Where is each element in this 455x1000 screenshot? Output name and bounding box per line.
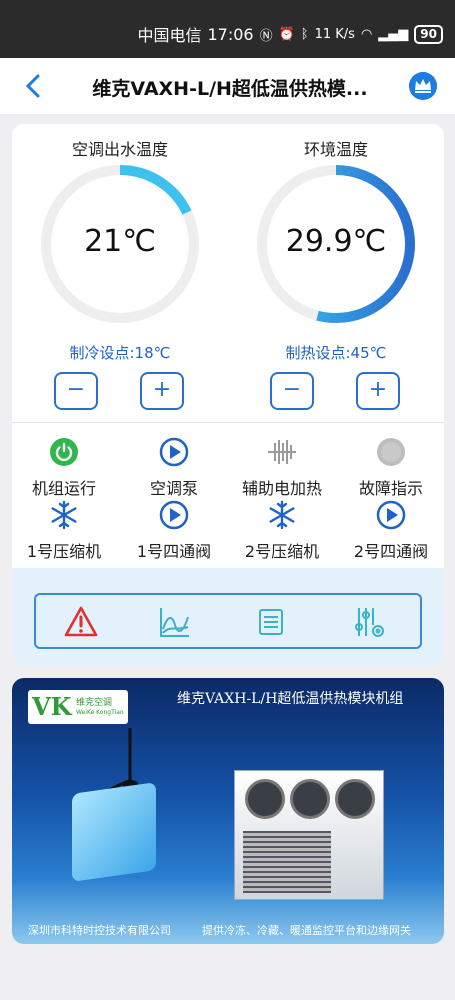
- compressor-icon: [269, 500, 295, 530]
- fault-indicator-icon: [377, 438, 405, 466]
- settings-sliders-icon[interactable]: [352, 605, 386, 639]
- pump-icon: [159, 437, 189, 467]
- gauge-title-water: 空调出水温度: [71, 140, 168, 159]
- net-speed: 11 K/s: [314, 26, 355, 42]
- cooling-decrease-button[interactable]: −: [54, 372, 98, 410]
- fan-icon: [245, 779, 285, 819]
- bluetooth-icon: ᛒ: [300, 26, 309, 42]
- banner-footer-slogan: 提供冷冻、冷藏、暖通监控平台和边缘网关: [202, 924, 411, 937]
- logo-en: WeiKe KongTiao: [76, 709, 124, 716]
- indicator-label: 2号压缩机: [244, 542, 320, 561]
- alarm-clock-icon: ⏰: [278, 26, 295, 42]
- banner-title: 维克VAXH-L/H超低温供热模块机组: [177, 691, 404, 707]
- banner-footer-company: 深圳市科特时控技术有限公司: [28, 924, 171, 937]
- heat-pump-unit-image: [234, 770, 384, 900]
- heating-decrease-button[interactable]: −: [270, 372, 314, 410]
- setpoint-cooling: 制冷设点:18℃: [69, 344, 171, 362]
- indicator-compressor-1: 1号压缩机: [12, 500, 119, 562]
- indicator-fault: 故障指示: [336, 437, 444, 499]
- gauge-title-ambient: 环境温度: [303, 140, 368, 159]
- status-bar: 中国电信 17:06 Ⓝ ⏰ ᛒ 11 K/s ◠ ▂▄▆ 90: [0, 0, 455, 58]
- indicator-aux-heater: 辅助电加热: [227, 437, 337, 499]
- indicator-label: 1号压缩机: [26, 542, 102, 561]
- status-text: 中国电信 17:06 Ⓝ ⏰ ᛒ 11 K/s ◠ ▂▄▆ 90: [137, 22, 443, 46]
- gauge-value-ambient: 29.9℃: [285, 224, 387, 259]
- control-card: 空调出水温度 21℃ 制冷设点:18℃ − + 环境温度 29.9℃ 制热设点:…: [12, 124, 444, 666]
- indicator-label: 空调泵: [149, 479, 198, 498]
- fan-icon: [290, 779, 330, 819]
- indicator-label: 2号四通阀: [353, 542, 429, 561]
- indicator-ac-pump: 空调泵: [119, 437, 229, 499]
- indicator-unit-running: 机组运行: [12, 437, 119, 499]
- battery-indicator: 90: [414, 24, 443, 44]
- nfc-icon: Ⓝ: [259, 28, 273, 44]
- valve-icon: [159, 500, 189, 530]
- heating-increase-button[interactable]: +: [356, 372, 400, 410]
- chart-icon[interactable]: [158, 605, 192, 639]
- indicator-compressor-2: 2号压缩机: [227, 500, 337, 562]
- divider: [12, 422, 444, 423]
- signal-icon: ▂▄▆: [378, 26, 409, 42]
- heater-icon: [268, 440, 296, 464]
- function-toolbar: [34, 593, 422, 649]
- indicator-label: 1号四通阀: [136, 542, 212, 561]
- valve-icon: [376, 500, 406, 530]
- indicator-label: 机组运行: [31, 479, 96, 498]
- power-icon: [50, 438, 78, 466]
- logo-mark: VK: [32, 692, 72, 721]
- crown-icon[interactable]: [409, 72, 437, 100]
- clock: 17:06: [207, 24, 254, 44]
- logo-cn: 维克空调: [76, 698, 113, 708]
- page-title: 维克VAXH-L/H超低温供热模...: [92, 78, 368, 100]
- promo-banner[interactable]: VK 维克空调 WeiKe KongTiao 维克VAXH-L/H超低温供热模块…: [12, 678, 444, 944]
- cooling-increase-button[interactable]: +: [140, 372, 184, 410]
- unit-grille: [243, 831, 331, 893]
- setpoint-heating: 制热设点:45℃: [285, 344, 387, 362]
- indicator-label: 辅助电加热: [241, 479, 322, 498]
- compressor-icon: [51, 500, 77, 530]
- title-bar: 维克VAXH-L/H超低温供热模...: [0, 58, 455, 114]
- indicator-label: 故障指示: [358, 479, 423, 498]
- gauge-value-water: 21℃: [84, 224, 156, 259]
- back-icon[interactable]: [20, 72, 48, 100]
- fan-icon: [335, 779, 375, 819]
- carrier-label: 中国电信: [137, 26, 202, 45]
- gateway-device-image: [72, 782, 156, 882]
- alarm-icon[interactable]: [64, 605, 98, 639]
- indicator-valve-1: 1号四通阀: [119, 500, 229, 562]
- brand-logo: VK 维克空调 WeiKe KongTiao: [28, 690, 128, 724]
- wifi-icon: ◠: [360, 26, 373, 42]
- indicator-valve-2: 2号四通阀: [336, 500, 444, 562]
- list-icon[interactable]: [254, 605, 288, 639]
